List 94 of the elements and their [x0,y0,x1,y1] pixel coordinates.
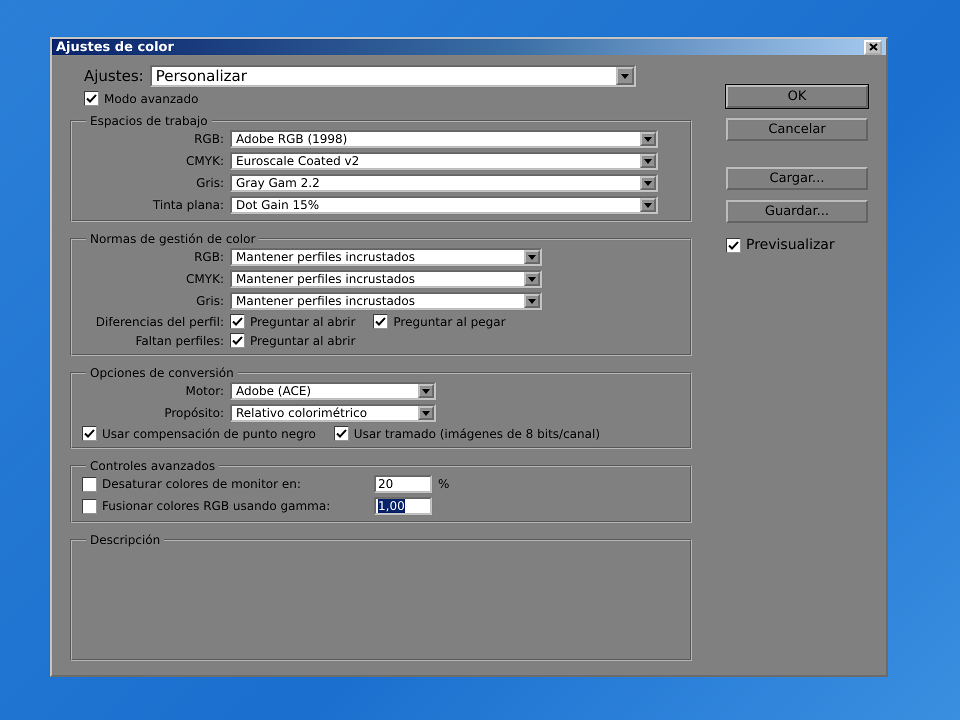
check-icon [728,240,739,250]
field-label: Gris: [195,294,224,308]
field-label: Motor: [184,384,224,398]
input-field[interactable]: 20 [374,475,432,493]
close-button[interactable] [864,40,882,54]
dropdown-button[interactable] [418,406,434,420]
check-icon [232,335,243,346]
dropdown-button[interactable] [640,198,656,212]
settings-label: Ajustes: [84,67,144,85]
field-label: Faltan perfiles: [134,334,224,348]
checkbox[interactable] [82,426,97,441]
dropdown-value: Personalizar [154,67,247,85]
dropdown[interactable]: Mantener perfiles incrustados [230,270,542,288]
field-label: RGB: [193,250,224,264]
dialog-button[interactable]: OK [726,85,868,108]
field-label: Propósito: [163,406,224,420]
check-icon [232,316,243,327]
dropdown-value: Mantener perfiles incrustados [235,294,416,308]
checkbox-label: Usar compensación de punto negro [102,426,316,440]
dropdown-button[interactable] [640,154,656,168]
check-icon [86,93,97,104]
checkbox-label: Modo avanzado [104,92,198,106]
dropdown-button[interactable] [524,272,540,286]
dropdown[interactable]: Adobe RGB (1998) [230,130,658,148]
close-icon [868,43,878,51]
checkbox-label: Usar tramado (imágenes de 8 bits/canal) [354,426,600,440]
field-label: CMYK: [185,154,224,168]
dropdown-value: Mantener perfiles incrustados [235,272,416,286]
checkbox[interactable] [230,333,245,348]
caret-icon [528,254,536,260]
check-icon [336,428,347,439]
checkbox[interactable] [334,426,349,441]
dropdown-value: Adobe RGB (1998) [235,132,348,146]
dropdown-button[interactable] [616,67,634,85]
dropdown[interactable]: Dot Gain 15% [230,196,658,214]
dropdown-value: Euroscale Coated v2 [235,154,360,168]
caret-icon [644,158,652,164]
dropdown-button[interactable] [524,294,540,308]
dropdown-value: Gray Gam 2.2 [235,176,320,190]
group-title: Normas de gestión de color [89,232,256,246]
dropdown[interactable]: Mantener perfiles incrustados [230,292,542,310]
checkbox[interactable] [82,498,97,514]
dropdown[interactable]: Relativo colorimétrico [230,404,436,422]
field-label: CMYK: [185,272,224,286]
group-title: Opciones de conversión [89,366,235,380]
dialog-button[interactable]: Guardar... [726,200,868,223]
checkbox-label: Preguntar al abrir [250,314,356,328]
caret-icon [620,74,629,78]
field-label: Gris: [195,176,224,190]
dropdown-button[interactable] [640,132,656,146]
dropdown-value: Adobe (ACE) [235,384,312,398]
caret-icon [644,180,652,186]
caret-icon [644,202,652,208]
field-label: Tinta plana: [152,198,224,212]
dropdown-button[interactable] [418,384,434,398]
dialog-button[interactable]: Cargar... [726,167,868,190]
checkbox[interactable] [373,314,388,329]
input-value: 1,00 [378,499,405,513]
checkbox-label: Preguntar al pegar [393,314,506,328]
checkbox[interactable] [726,238,741,252]
input-field[interactable]: 1,00 [374,497,432,515]
field-label: RGB: [193,132,224,146]
check-icon [375,316,386,327]
checkbox[interactable] [82,476,97,492]
dropdown[interactable]: Mantener perfiles incrustados [230,248,542,266]
dropdown[interactable]: Personalizar [150,65,636,87]
checkbox-label: Fusionar colores RGB usando gamma: [102,499,330,513]
checkbox[interactable] [230,314,245,329]
dropdown[interactable]: Gray Gam 2.2 [230,174,658,192]
caret-icon [528,298,536,304]
checkbox-label: Desaturar colores de monitor en: [102,477,301,491]
checkbox[interactable] [84,91,99,106]
field-label: Diferencias del perfil: [94,314,224,328]
dropdown-value: Relativo colorimétrico [235,406,368,420]
input-value: 20 [378,477,394,491]
group-title: Controles avanzados [89,459,216,473]
dialog-button[interactable]: Cancelar [726,118,868,141]
group-title: Espacios de trabajo [89,114,209,128]
checkbox-label: Preguntar al abrir [250,334,356,348]
unit-label: % [438,477,450,491]
window-title: Ajustes de color [56,40,174,54]
caret-icon [422,410,430,416]
checkbox-label: Previsualizar [746,237,835,253]
check-icon [84,428,95,439]
dropdown[interactable]: Euroscale Coated v2 [230,152,658,170]
dropdown-value: Mantener perfiles incrustados [235,250,416,264]
dropdown[interactable]: Adobe (ACE) [230,382,436,400]
caret-icon [644,136,652,142]
caret-icon [528,276,536,282]
caret-icon [422,388,430,394]
dropdown-button[interactable] [640,176,656,190]
dropdown-button[interactable] [524,250,540,264]
dropdown-value: Dot Gain 15% [235,198,320,212]
group-title: Descripción [89,533,162,547]
